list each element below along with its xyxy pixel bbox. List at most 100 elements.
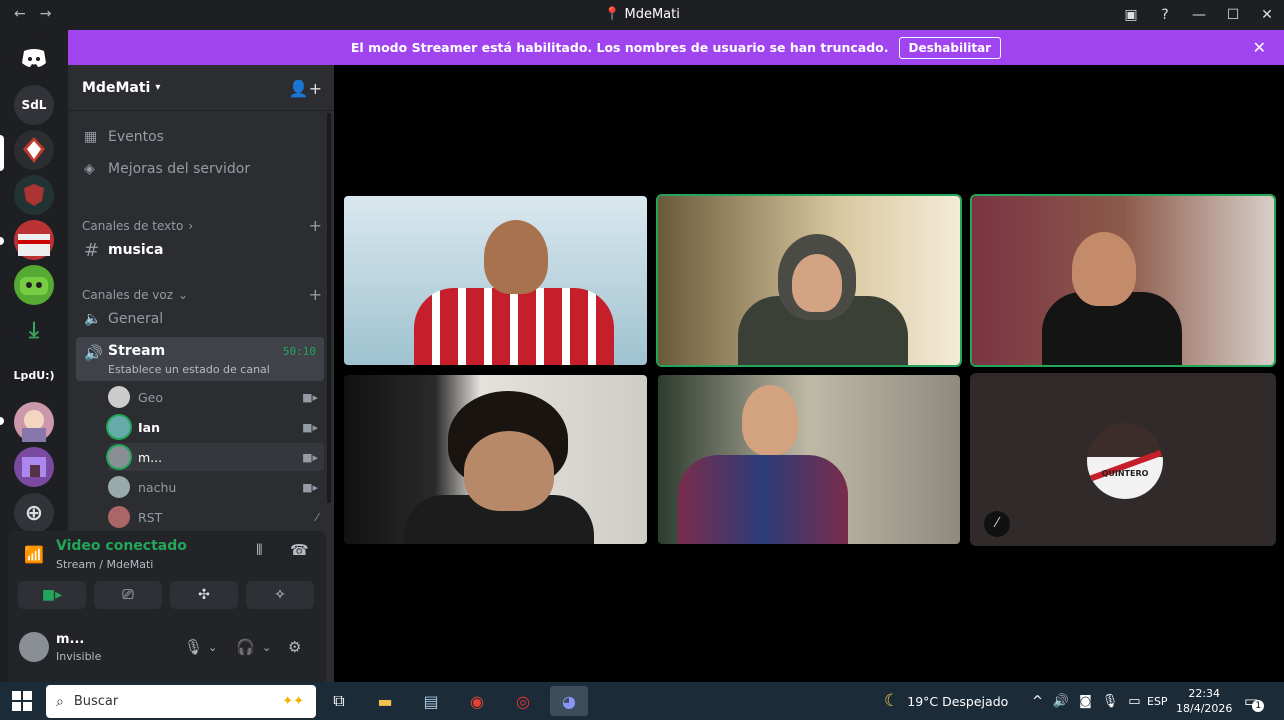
close-banner-icon[interactable]: ✕ <box>1253 38 1266 57</box>
forward-icon[interactable]: → <box>40 6 52 22</box>
signal-icon: 📶 <box>24 545 44 564</box>
window-title: MdeMati <box>624 7 680 22</box>
obs-icon[interactable]: ◎ <box>504 686 542 716</box>
microphone-tray-icon[interactable]: 🎙 <box>1102 694 1119 709</box>
server-anime-icon[interactable] <box>14 402 54 442</box>
text-category-label: Canales de texto <box>82 218 184 233</box>
voice-user[interactable]: RST ⁄ <box>108 503 324 531</box>
events-item[interactable]: ▦ Eventos <box>76 122 324 152</box>
invite-people-icon[interactable]: 👤+ <box>289 79 322 98</box>
minimize-button[interactable]: — <box>1182 7 1216 23</box>
clock[interactable]: 22:34 18/4/2026 <box>1176 682 1232 720</box>
camera-button[interactable]: ■▸ <box>18 581 86 609</box>
server-shield-icon[interactable] <box>14 175 54 215</box>
server-game-icon[interactable] <box>14 265 54 305</box>
camera-tray-icon[interactable]: ◙ <box>1079 694 1092 709</box>
hash-icon: # <box>84 239 100 261</box>
boost-icon: ◈ <box>84 161 95 177</box>
activities-icon: ✣ <box>198 587 210 603</box>
video-icon: ■▸ <box>302 450 318 464</box>
chevron-down-icon: ▾ <box>155 82 161 93</box>
back-icon[interactable]: ← <box>14 6 26 22</box>
activities-button[interactable]: ✣ <box>170 581 238 609</box>
disable-streamer-button[interactable]: Deshabilitar <box>898 36 1002 59</box>
voice-channels-category[interactable]: Canales de voz ⌄ + <box>82 285 322 304</box>
server-sdl-icon[interactable]: SdL <box>14 85 54 125</box>
voice-user-name: m... <box>138 449 163 465</box>
channel-stream[interactable]: 🔊 Stream Establece un estado de canal 50… <box>76 337 324 381</box>
channel-general[interactable]: 🔈 General <box>76 304 324 334</box>
add-server-icon[interactable]: ⊕ <box>14 493 54 533</box>
language-indicator[interactable]: ESP <box>1147 682 1168 720</box>
download-icon[interactable]: ⤓ <box>14 310 54 350</box>
task-view-icon[interactable]: ⧉ <box>320 686 358 716</box>
search-icon: ⌕ <box>56 693 64 710</box>
volume-icon[interactable]: 🔊 <box>1053 694 1069 709</box>
avatar <box>108 386 130 408</box>
notification-icon[interactable]: ▭ 1 <box>1244 682 1265 720</box>
server-players-icon[interactable] <box>14 220 54 260</box>
video-tile[interactable] <box>656 373 962 546</box>
file-explorer-icon[interactable]: ▬ <box>366 686 404 716</box>
channel-musica[interactable]: # musica <box>76 235 324 265</box>
video-tile[interactable] <box>342 194 649 367</box>
discord-taskbar-icon[interactable]: ◕ <box>550 686 588 716</box>
weather-widget[interactable]: ☾ 19°C Despejado <box>884 682 1008 720</box>
voice-user[interactable]: Ian ■▸ <box>108 413 324 441</box>
server-lpdu-icon[interactable]: LpdU:) <box>13 355 55 395</box>
channel-status-prompt[interactable]: Establece un estado de canal <box>108 363 270 376</box>
chevron-down-icon[interactable]: ⌄ <box>208 641 217 654</box>
channel-general-label: General <box>108 311 164 327</box>
user-panel: m... Invisible 🎙 ⌄ 🎧 ⌄ ⚙ <box>8 616 326 682</box>
camera-icon: ■▸ <box>41 587 63 603</box>
avatar: QUINTERO <box>1087 423 1163 499</box>
video-tile[interactable] <box>342 373 649 546</box>
add-text-channel-icon[interactable]: + <box>309 216 322 235</box>
noise-suppression-icon[interactable]: ⦀ <box>256 541 263 559</box>
gear-icon[interactable]: ⚙ <box>288 638 301 656</box>
soundboard-button[interactable]: ✧ <box>246 581 314 609</box>
microphone-icon[interactable]: 🎙 <box>184 638 203 656</box>
discord-home-icon[interactable] <box>14 38 54 78</box>
video-grid: QUINTERO ⁄ <box>334 65 1284 682</box>
voice-user[interactable]: nachu ■▸ <box>108 473 324 501</box>
app-window-icon[interactable]: ▤ <box>412 686 450 716</box>
avatar[interactable] <box>19 632 49 662</box>
video-icon: ■▸ <box>302 420 318 434</box>
server-boosts-item[interactable]: ◈ Mejoras del servidor <box>76 154 324 184</box>
speaker-icon: 🔈 <box>84 311 102 327</box>
disconnect-icon[interactable]: ☎ <box>290 541 309 559</box>
screen-share-button[interactable]: ⎚ <box>94 581 162 609</box>
inbox-icon[interactable]: ▣ <box>1114 7 1148 23</box>
voice-user[interactable]: m... ■▸ <box>108 443 324 471</box>
voice-status[interactable]: Video conectado <box>56 538 187 554</box>
help-icon[interactable]: ? <box>1148 7 1182 23</box>
text-channels-category[interactable]: Canales de texto › + <box>82 216 322 235</box>
video-tile[interactable] <box>970 194 1276 367</box>
chrome-icon[interactable]: ◉ <box>458 686 496 716</box>
sidebar-scrollbar[interactable] <box>327 113 331 503</box>
video-icon: ■▸ <box>302 480 318 494</box>
chevron-down-icon[interactable]: ⌄ <box>262 641 271 654</box>
moon-icon: ☾ <box>884 691 900 711</box>
add-voice-channel-icon[interactable]: + <box>309 285 322 304</box>
network-icon[interactable]: ▭ <box>1128 694 1140 709</box>
voice-user-name: Geo <box>138 389 164 405</box>
maximize-button[interactable]: ☐ <box>1216 7 1250 23</box>
close-window-button[interactable]: ✕ <box>1250 7 1284 23</box>
voice-user[interactable]: Geo ■▸ <box>108 383 324 411</box>
notification-badge: 1 <box>1252 700 1265 712</box>
video-tile[interactable] <box>656 194 962 367</box>
server-header[interactable]: MdeMati ▾ 👤+ <box>68 65 334 111</box>
avatar <box>108 446 130 468</box>
video-tile-camera-off[interactable]: QUINTERO ⁄ <box>970 373 1276 546</box>
weather-text: 19°C Despejado <box>907 693 1009 709</box>
windows-start-icon[interactable] <box>12 691 32 711</box>
server-logo-icon[interactable] <box>14 130 54 170</box>
user-name: m... <box>56 632 85 647</box>
headphones-icon[interactable]: 🎧 <box>236 638 255 656</box>
system-tray: ^ 🔊 ◙ 🎙 ▭ <box>1032 682 1141 720</box>
server-room-icon[interactable] <box>14 447 54 487</box>
chevron-up-icon[interactable]: ^ <box>1032 694 1043 709</box>
taskbar-search[interactable]: ⌕ Buscar ✦✦ <box>46 685 316 718</box>
